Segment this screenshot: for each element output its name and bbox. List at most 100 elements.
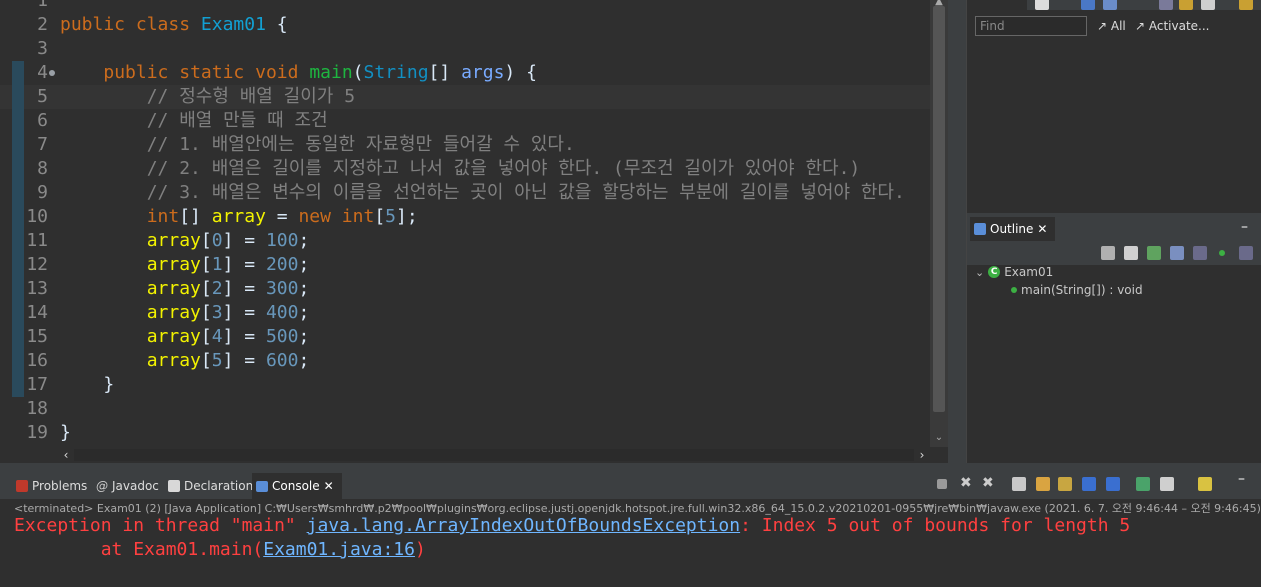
task-find-input[interactable]: Find [975, 16, 1087, 36]
code-text[interactable]: array[1] = 200; [60, 253, 310, 277]
filter-icon[interactable] [1081, 0, 1095, 10]
tab-console[interactable]: Console ✕ [252, 473, 342, 499]
code-line[interactable]: 4 public static void main(String[] args)… [0, 61, 930, 85]
code-text[interactable]: // 2. 배열은 길이를 지정하고 나서 값을 넣어야 한다. (무조건 길이… [60, 157, 861, 181]
code-line[interactable]: 16 array[5] = 600; [0, 349, 930, 373]
outline-method-node[interactable]: main(String[]) : void [1011, 283, 1143, 297]
tab-outline[interactable]: Outline ✕ [970, 217, 1056, 241]
scroll-down-icon[interactable]: ⌄ [933, 432, 945, 444]
clear-console-icon[interactable] [1012, 477, 1026, 491]
minimize-icon[interactable]: – [1238, 471, 1245, 487]
line-number: 10 [26, 206, 48, 227]
tab-declaration[interactable]: Declaration [164, 473, 257, 499]
code-text[interactable]: public class Exam01 { [60, 13, 288, 37]
code-editor[interactable]: 1 2 public class Exam01 {3 4 public static … [0, 0, 948, 463]
word-wrap-icon[interactable] [1058, 477, 1072, 491]
code-text[interactable]: array[2] = 300; [60, 277, 310, 301]
code-text[interactable]: // 1. 배열안에는 동일한 자료형만 들어갈 수 있다. [60, 133, 575, 157]
hide-static-icon[interactable] [1170, 246, 1184, 260]
code-line[interactable]: 5 // 정수형 배열 길이가 5 [0, 85, 930, 109]
public-method-icon [1011, 287, 1017, 293]
code-line[interactable]: 13 array[2] = 300; [0, 277, 930, 301]
code-text[interactable]: array[3] = 400; [60, 301, 310, 325]
code-line[interactable]: 6 // 배열 만들 때 조건 [0, 109, 930, 133]
outline-class-node[interactable]: ⌄ C Exam01 [975, 265, 1053, 279]
pin-console-icon[interactable] [1136, 477, 1150, 491]
console-error-line: Exception in thread "main" java.lang.Arr… [14, 515, 1130, 536]
scroll-left-icon[interactable]: ‹ [60, 448, 72, 462]
scrollbar-track[interactable] [74, 449, 914, 461]
code-lines[interactable]: 1 2 public class Exam01 {3 4 public static … [0, 0, 930, 445]
remove-launch-icon[interactable]: ✖ [960, 475, 972, 491]
code-text[interactable]: public static void main(String[] args) { [60, 61, 537, 85]
new-task-icon[interactable] [1035, 0, 1049, 10]
open-console-icon[interactable] [1198, 477, 1212, 491]
close-icon[interactable]: ✕ [324, 473, 334, 499]
line-number: 8 [37, 158, 48, 179]
code-line[interactable]: 17 } [0, 373, 930, 397]
code-line[interactable]: 19} [0, 421, 930, 445]
categorize-icon[interactable] [1103, 0, 1117, 10]
line-number: 6 [37, 110, 48, 131]
outline-icon [974, 223, 986, 235]
code-text[interactable]: // 배열 만들 때 조건 [60, 109, 328, 133]
console-stack-line: at Exam01.main(Exam01.java:16) [14, 539, 426, 560]
hide-nonpublic-icon[interactable] [1193, 246, 1207, 260]
editor-horizontal-scrollbar[interactable]: ‹ › [60, 447, 930, 463]
code-line[interactable]: 7 // 1. 배열안에는 동일한 자료형만 들어갈 수 있다. [0, 133, 930, 157]
code-text[interactable]: } [60, 373, 114, 397]
exception-link[interactable]: java.lang.ArrayIndexOutOfBoundsException [307, 515, 740, 536]
tab-problems[interactable]: Problems [12, 473, 91, 499]
hide-fields-icon[interactable] [1147, 246, 1161, 260]
scroll-right-icon[interactable]: › [916, 448, 928, 462]
sync-icon[interactable] [1159, 0, 1173, 10]
code-line[interactable]: 14 array[3] = 400; [0, 301, 930, 325]
code-line[interactable]: 18 [0, 397, 930, 421]
task-list-panel: Find ↗ All ↗ Activate... [966, 0, 1261, 213]
tab-javadoc[interactable]: @ Javadoc [92, 473, 163, 499]
remove-all-icon[interactable]: ✖ [982, 475, 994, 491]
close-icon[interactable]: ✕ [1037, 217, 1047, 241]
code-line[interactable]: 3 [0, 37, 930, 61]
minimize-icon[interactable]: – [1241, 219, 1248, 235]
link-editor-icon[interactable] [1239, 246, 1253, 260]
error-suffix: : Index 5 out of bounds for length 5 [740, 515, 1131, 536]
sort-icon[interactable] [1124, 246, 1138, 260]
all-link[interactable]: ↗ All [1097, 19, 1126, 33]
collapse-all-icon[interactable] [1101, 246, 1115, 260]
problems-icon [16, 480, 28, 492]
code-text[interactable]: array[5] = 600; [60, 349, 310, 373]
editor-vertical-scrollbar[interactable]: ▲ ⌄ [930, 0, 948, 447]
editor-overview-ruler [948, 0, 966, 463]
scrollbar-thumb[interactable] [933, 6, 945, 412]
display-console-icon[interactable] [1160, 477, 1174, 491]
code-line[interactable]: 2 public class Exam01 { [0, 13, 930, 37]
code-line[interactable]: 15 array[4] = 500; [0, 325, 930, 349]
task-repo-icon[interactable] [1179, 0, 1193, 10]
code-line[interactable]: 11 array[0] = 100; [0, 229, 930, 253]
fold-icon[interactable] [49, 70, 55, 76]
show-on-stdout-icon[interactable] [1082, 477, 1096, 491]
activate-link[interactable]: ↗ Activate... [1135, 19, 1210, 33]
maximize-icon[interactable] [1239, 0, 1253, 10]
code-line[interactable]: 8 // 2. 배열은 길이를 지정하고 나서 값을 넣어야 한다. (무조건 … [0, 157, 930, 181]
code-text[interactable]: // 정수형 배열 길이가 5 [60, 85, 355, 109]
source-link[interactable]: Exam01.java:16 [263, 539, 415, 560]
show-on-stderr-icon[interactable] [1106, 477, 1120, 491]
hide-local-types-icon[interactable] [1219, 250, 1225, 256]
code-text[interactable]: array[0] = 100; [60, 229, 310, 253]
line-number: 7 [37, 134, 48, 155]
code-text[interactable]: int[] array = new int[5]; [60, 205, 418, 229]
scroll-lock-icon[interactable] [1036, 477, 1050, 491]
minimize-icon[interactable] [1201, 0, 1215, 10]
expand-chevron-icon[interactable]: ⌄ [975, 266, 984, 279]
javadoc-icon: @ [96, 479, 108, 493]
code-line[interactable]: 10 int[] array = new int[5]; [0, 205, 930, 229]
code-line[interactable]: 12 array[1] = 200; [0, 253, 930, 277]
code-line[interactable]: 1 [0, 0, 930, 13]
code-text[interactable]: } [60, 421, 71, 445]
code-text[interactable]: array[4] = 500; [60, 325, 310, 349]
terminate-icon[interactable] [937, 479, 947, 489]
code-line[interactable]: 9 // 3. 배열은 변수의 이름을 선언하는 곳이 아닌 값을 할당하는 부… [0, 181, 930, 205]
code-text[interactable]: // 3. 배열은 변수의 이름을 선언하는 곳이 아닌 값을 할당하는 부분에… [60, 181, 905, 205]
